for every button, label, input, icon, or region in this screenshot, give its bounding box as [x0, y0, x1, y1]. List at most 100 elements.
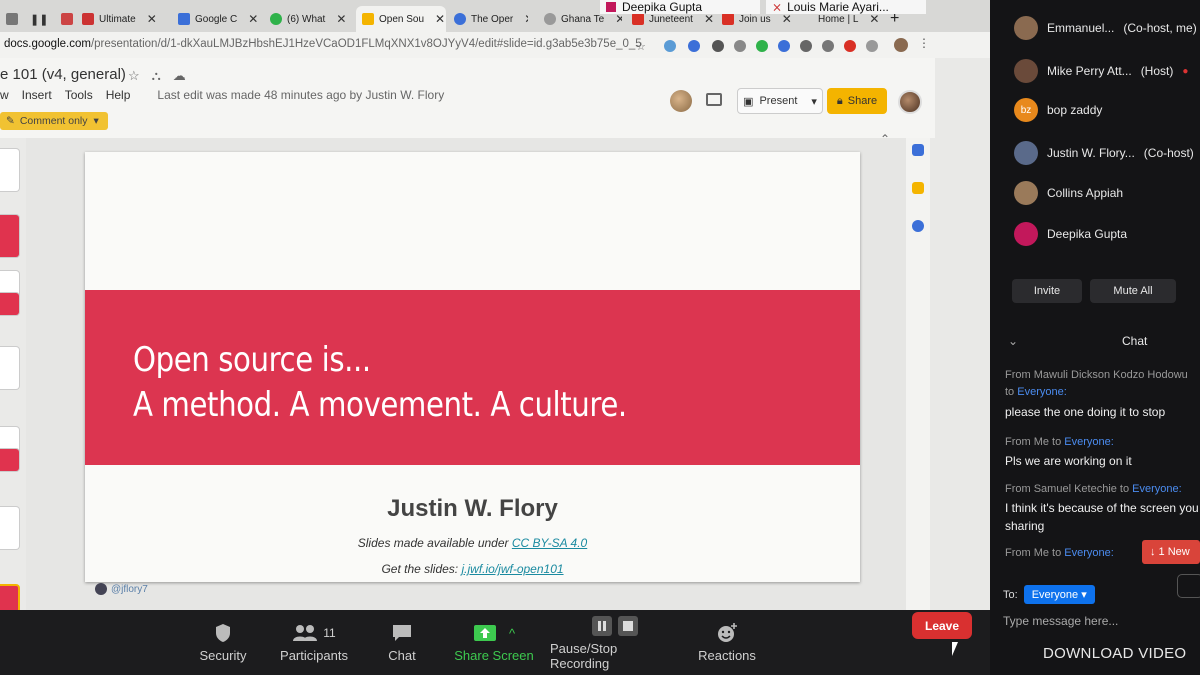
tab-pause[interactable]: ❚❚	[24, 6, 52, 32]
tab-4[interactable]: The Oper ✕	[448, 6, 528, 32]
viewer-avatar[interactable]	[670, 90, 692, 112]
chat-button[interactable]: Chat	[380, 610, 424, 675]
slide: Open source is... A method. A movement. …	[85, 152, 860, 595]
tab-pinned[interactable]	[0, 6, 22, 32]
close-tab-icon[interactable]: ✕	[524, 12, 528, 26]
present-button[interactable]: ▣ Present ▾	[737, 88, 823, 114]
participant-role: (Co-host, me)	[1123, 21, 1197, 35]
last-edit-link[interactable]: Last edit was made 48 minutes ago by Jus…	[157, 88, 444, 102]
extension-icon[interactable]	[712, 40, 724, 52]
extension-icon[interactable]	[822, 40, 834, 52]
menu-item-tools[interactable]: Tools	[65, 88, 93, 102]
chevron-down-icon[interactable]: ⌄	[1008, 334, 1018, 348]
invite-button[interactable]: Invite	[1012, 279, 1082, 303]
whatsapp-icon	[270, 13, 282, 25]
mute-all-button[interactable]: Mute All	[1090, 279, 1176, 303]
participant-row[interactable]: Deepika Gupta	[1014, 221, 1127, 247]
tab-1[interactable]: Google C ✕	[172, 6, 260, 32]
participant-row[interactable]: bz bop zaddy	[1014, 97, 1102, 123]
more-vert-icon[interactable]: ⋮	[918, 36, 930, 50]
tab-label: Open Sou	[379, 13, 425, 25]
slide-thumbnail[interactable]	[0, 214, 20, 258]
document-title[interactable]: e 101 (v4, general)	[0, 66, 126, 83]
participant-row[interactable]: Collins Appiah	[1014, 180, 1123, 206]
extension-icon[interactable]	[866, 40, 878, 52]
pause-icon: ❚❚	[30, 13, 49, 26]
menu-item-view[interactable]: w	[0, 88, 9, 102]
recipient-everyone: Everyone:	[1064, 436, 1114, 448]
recording-button[interactable]: Pause/Stop Recording	[550, 610, 680, 675]
reactions-button[interactable]: Reactions	[696, 610, 758, 675]
slide-thumbnail[interactable]	[0, 148, 20, 192]
close-tab-icon[interactable]: ✕	[615, 12, 622, 26]
slide-thumbnail[interactable]	[0, 506, 20, 550]
file-share-icon[interactable]	[1177, 574, 1200, 598]
pencil-icon: ✎	[6, 115, 15, 127]
video-tile-label: ⨯ Louis Marie Ayari...	[766, 0, 926, 14]
extension-icon[interactable]	[756, 40, 768, 52]
slide-thumbnail[interactable]	[0, 448, 20, 472]
participant-row[interactable]: Justin W. Flory... (Co-host)	[1014, 140, 1194, 166]
slide-thumbnail[interactable]	[0, 346, 20, 390]
extension-icon[interactable]	[734, 40, 746, 52]
close-tab-icon[interactable]: ✕	[782, 12, 792, 26]
participant-row[interactable]: Emmanuel... (Co-host, me)	[1014, 15, 1197, 41]
comment-only-dropdown[interactable]: ✎ Comment only ▾	[0, 112, 108, 130]
close-tab-icon[interactable]: ✕	[704, 12, 714, 26]
tab-favicon-icon	[544, 13, 556, 25]
new-messages-badge[interactable]: ↓ 1 New	[1142, 540, 1200, 564]
url-text[interactable]: docs.google.com/presentation/d/1-dkXauLM…	[4, 38, 642, 50]
menu-item-insert[interactable]: Insert	[22, 88, 52, 102]
tasks-icon[interactable]	[912, 220, 924, 232]
extension-icon[interactable]	[778, 40, 790, 52]
close-tab-icon[interactable]: ✕	[869, 12, 879, 26]
slide-get-slides: Get the slides: j.jwf.io/jwf-open101	[85, 562, 860, 576]
keep-icon[interactable]	[912, 182, 924, 194]
participant-name: Collins Appiah	[1047, 186, 1124, 200]
caret-up-icon[interactable]: ^	[509, 626, 515, 641]
chat-message-input[interactable]	[1003, 612, 1193, 630]
star-icon[interactable]: ☆	[128, 68, 140, 84]
tab-blank[interactable]	[55, 6, 75, 32]
close-tab-icon[interactable]: ✕	[147, 12, 157, 26]
close-tab-icon[interactable]: ✕	[248, 12, 258, 26]
cloud-saved-icon[interactable]: ☁	[173, 68, 186, 84]
get-slides-link[interactable]: j.jwf.io/jwf-open101	[461, 562, 563, 576]
participant-row[interactable]: Mike Perry Att... (Host) ●	[1014, 58, 1188, 84]
chat-title: Chat	[1122, 334, 1148, 348]
tab-2[interactable]: (6) What ✕	[264, 6, 354, 32]
share-screen-button[interactable]: ^ Share Screen	[450, 610, 538, 675]
tab-label: Juneteent	[649, 13, 693, 25]
star-icon[interactable]: ☆	[636, 40, 648, 53]
close-tab-icon[interactable]: ✕	[336, 12, 346, 26]
share-label: Share	[847, 95, 878, 107]
participant-name: Mike Perry Att...	[1047, 64, 1132, 78]
tab-3-active[interactable]: Open Sou ✕	[356, 6, 446, 32]
security-button[interactable]: Security	[190, 610, 256, 675]
leave-button[interactable]: Leave	[912, 612, 972, 639]
profile-avatar[interactable]	[894, 38, 908, 52]
close-tab-icon[interactable]: ✕	[435, 12, 445, 26]
tab-label: Ghana Te	[561, 13, 605, 25]
comment-history-icon[interactable]	[706, 93, 722, 106]
extension-icon[interactable]	[664, 40, 676, 52]
headline-line-2: A method. A movement. A culture.	[133, 385, 627, 425]
menu-item-help[interactable]: Help	[106, 88, 131, 102]
twitter-handle-text[interactable]: @jflory7	[111, 584, 148, 595]
move-to-folder-icon[interactable]: ⛬	[152, 68, 161, 84]
recipient-select[interactable]: Everyone ▾	[1023, 585, 1095, 604]
chat-message-sender: From Samuel Ketechie to Everyone:	[1005, 483, 1182, 495]
extension-icon[interactable]	[844, 40, 856, 52]
extension-icon[interactable]	[688, 40, 700, 52]
extension-icon[interactable]	[800, 40, 812, 52]
participants-button[interactable]: 11 Participants	[272, 610, 356, 675]
account-avatar[interactable]	[898, 90, 922, 114]
license-link[interactable]: CC BY-SA 4.0	[512, 536, 587, 550]
address-bar[interactable]: docs.google.com/presentation/d/1-dkXauLM…	[0, 32, 990, 58]
tab-0[interactable]: Ultimate ✕	[76, 6, 170, 32]
share-button[interactable]: 🔒︎ Share	[827, 88, 887, 114]
headline-line-1: Open source is...	[133, 340, 371, 380]
avatar	[1014, 222, 1038, 246]
slide-thumbnail[interactable]	[0, 292, 20, 316]
calendar-icon[interactable]	[912, 144, 924, 156]
